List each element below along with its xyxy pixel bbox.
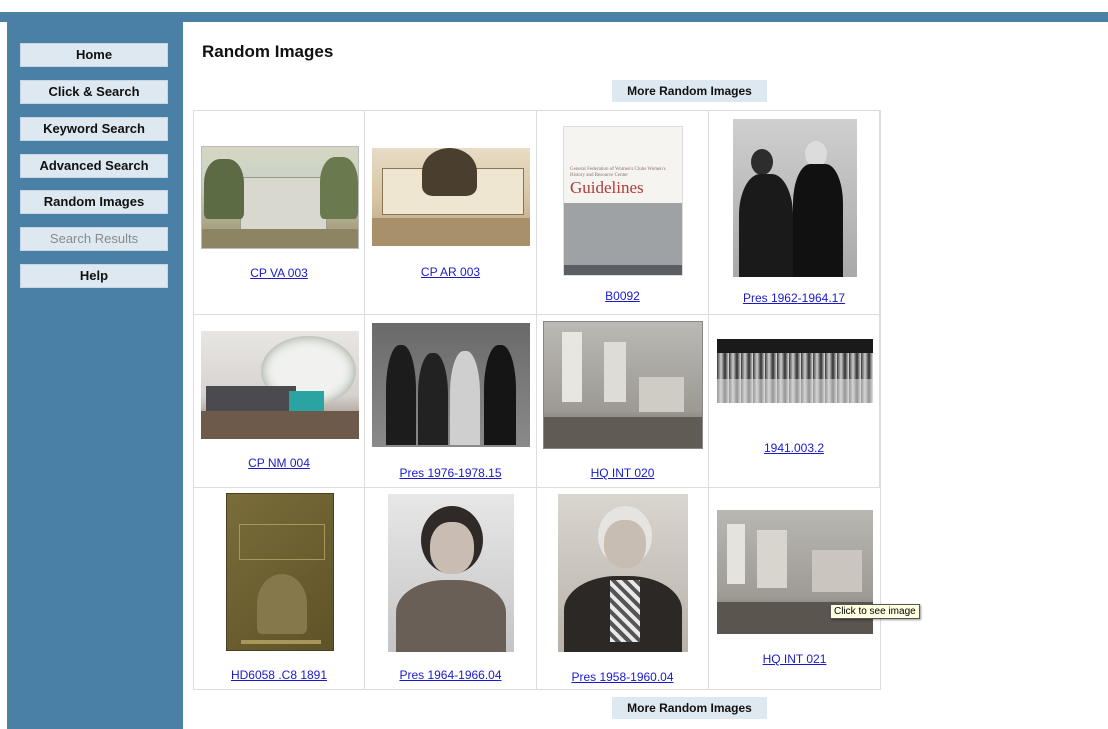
more-random-images-button-top[interactable]: More Random Images — [612, 80, 767, 102]
image-caption-link[interactable]: CP VA 003 — [194, 266, 364, 280]
image-caption-link[interactable]: Pres 1964-1966.04 — [365, 668, 536, 682]
image-caption-link[interactable]: Pres 1958-1960.04 — [537, 670, 708, 684]
image-cell: Pres 1958-1960.04 — [537, 488, 709, 689]
image-cell: 1941.003.2 — [709, 315, 880, 488]
banquet-photo-image[interactable] — [717, 339, 873, 403]
nav-home-button[interactable]: Home — [20, 43, 168, 67]
image-caption-link[interactable]: B0092 — [537, 289, 708, 303]
image-cell: Pres 1964-1966.04 — [365, 488, 537, 689]
image-cell: CP AR 003 — [365, 111, 537, 315]
more-random-images-button-bottom[interactable]: More Random Images — [612, 697, 767, 719]
image-grid: CP VA 003 CP AR 003 General Federation o… — [193, 110, 881, 690]
top-bar — [0, 0, 1108, 22]
woman-portrait-image[interactable] — [558, 494, 688, 652]
color-postcard-tree-image[interactable] — [201, 331, 359, 439]
image-caption-link[interactable]: Pres 1976-1978.15 — [365, 466, 536, 480]
page-title: Random Images — [202, 42, 334, 61]
image-caption-link[interactable]: HQ INT 020 — [537, 466, 708, 480]
image-cell: HD6058 .C8 1891 — [194, 488, 365, 689]
book-cover-image[interactable] — [226, 493, 334, 651]
couple-portrait-image[interactable] — [733, 119, 857, 277]
color-postcard-house-image[interactable] — [201, 146, 359, 249]
nav-random-images-button[interactable]: Random Images — [20, 190, 168, 214]
image-caption-link[interactable]: CP AR 003 — [365, 265, 536, 279]
image-cell: HQ INT 020 — [537, 315, 709, 488]
sepia-postcard-building-image[interactable] — [372, 148, 530, 246]
nav-search-results-button: Search Results — [20, 227, 168, 251]
tooltip: Click to see image — [830, 604, 920, 619]
nav-help-button[interactable]: Help — [20, 264, 168, 288]
image-cell: CP VA 003 — [194, 111, 365, 315]
top-banner-strip — [0, 12, 1108, 22]
nav-advanced-search-button[interactable]: Advanced Search — [20, 154, 168, 178]
image-cell: HQ INT 021 — [709, 488, 880, 689]
image-caption-link[interactable]: HQ INT 021 — [709, 652, 880, 666]
sidebar: Home Click & Search Keyword Search Advan… — [7, 22, 183, 729]
image-cell: CP NM 004 — [194, 315, 365, 488]
image-caption-link[interactable]: 1941.003.2 — [709, 441, 879, 455]
image-caption-link[interactable]: CP NM 004 — [194, 456, 364, 470]
nav-click-search-button[interactable]: Click & Search — [20, 80, 168, 104]
booklet-cover-image[interactable]: General Federation of Women's Clubs Wome… — [563, 126, 683, 276]
woman-portrait-image[interactable] — [388, 494, 514, 652]
interior-room-image[interactable] — [543, 321, 703, 449]
image-caption-link[interactable]: Pres 1962-1964.17 — [709, 291, 879, 305]
image-cell: Pres 1976-1978.15 — [365, 315, 537, 488]
group-photo-image[interactable] — [372, 323, 530, 447]
nav-keyword-search-button[interactable]: Keyword Search — [20, 117, 168, 141]
image-cell: Pres 1962-1964.17 — [709, 111, 880, 315]
image-caption-link[interactable]: HD6058 .C8 1891 — [194, 668, 364, 682]
image-cell: General Federation of Women's Clubs Wome… — [537, 111, 709, 315]
